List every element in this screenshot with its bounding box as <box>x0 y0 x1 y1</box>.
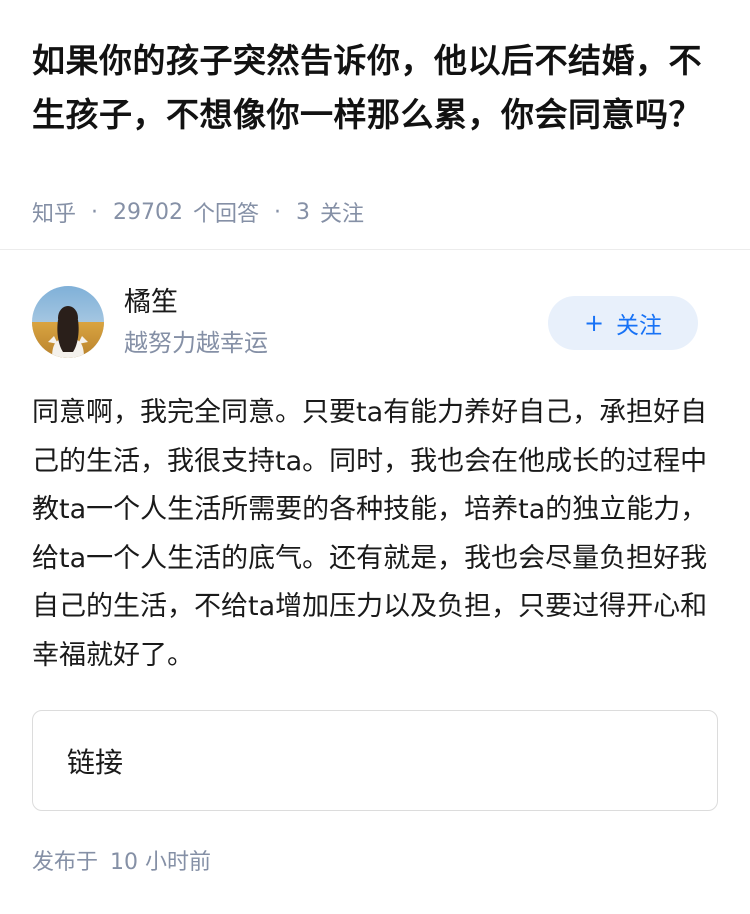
question-header: 如果你的孩子突然告诉你，他以后不结婚，不生孩子，不想像你一样那么累，你会同意吗？… <box>0 0 750 250</box>
question-meta: 知乎 · 29702 个回答 · 3 关注 <box>32 195 364 229</box>
answer-count-label: 个回答 <box>193 202 260 227</box>
follow-button-label: 关注 <box>616 313 663 339</box>
separator-dot: · <box>91 199 99 225</box>
answer-content: 同意啊，我完全同意。只要ta有能力养好自己，承担好自己的生活，我很支持ta。同时… <box>32 397 708 671</box>
source-label[interactable]: 知乎 <box>32 196 76 228</box>
publish-time: 发布于 10 小时前 <box>32 846 211 880</box>
follow-button[interactable]: + 关注 <box>548 296 698 350</box>
author-bio: 越努力越幸运 <box>124 329 268 357</box>
link-card-label: 链接 <box>67 745 124 779</box>
avatar[interactable] <box>32 286 104 358</box>
author-name[interactable]: 橘笙 <box>124 284 178 322</box>
author-info: 橘笙 越努力越幸运 + 关注 <box>32 284 718 362</box>
publish-time-value: 10 小时前 <box>110 850 212 875</box>
publish-prefix: 发布于 <box>32 850 99 875</box>
question-title[interactable]: 如果你的孩子突然告诉你，他以后不结婚，不生孩子，不想像你一样那么累，你会同意吗？ <box>32 34 722 142</box>
separator-dot: · <box>274 199 282 225</box>
answer-count: 29702 <box>113 199 184 225</box>
link-card[interactable]: 链接 <box>32 710 718 811</box>
plus-icon: + <box>583 309 605 337</box>
follower-count: 3 <box>296 199 311 225</box>
answer-page: 如果你的孩子突然告诉你，他以后不结婚，不生孩子，不想像你一样那么累，你会同意吗？… <box>0 0 750 914</box>
follower-label: 关注 <box>320 202 365 227</box>
